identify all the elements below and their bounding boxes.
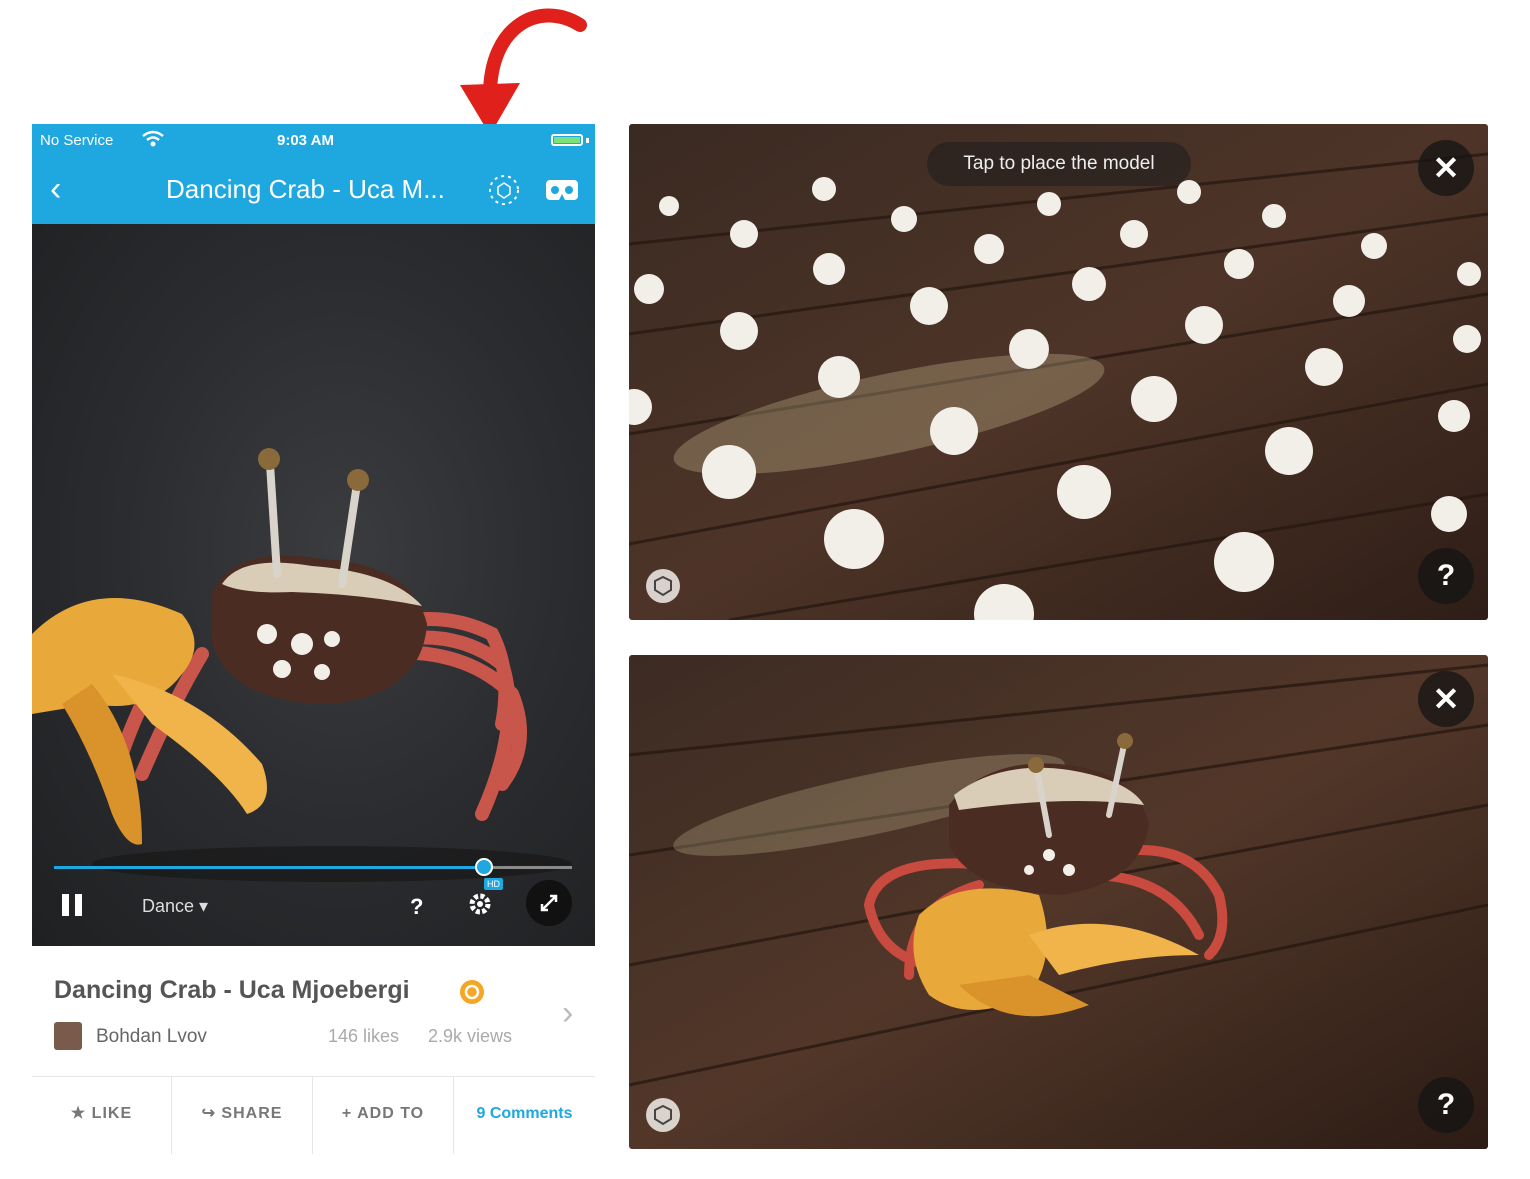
- like-label: LIKE: [91, 1105, 133, 1122]
- carrier-label: No Service: [40, 132, 114, 149]
- fullscreen-icon[interactable]: [526, 880, 572, 926]
- battery-icon: [551, 134, 583, 146]
- views-count: 2.9k views: [428, 1026, 513, 1046]
- nav-bar: ‹ Dancing Crab - Uca M...: [32, 156, 595, 224]
- chevron-right-icon[interactable]: ›: [562, 994, 573, 1033]
- battery-tip: [586, 138, 589, 143]
- place-model-toast: Tap to place the model: [927, 142, 1191, 186]
- ar-help-button[interactable]: ?: [1418, 1077, 1474, 1133]
- status-bar: No Service 9:03 AM: [32, 124, 595, 156]
- viewer-help-button[interactable]: ?: [410, 894, 423, 920]
- like-button[interactable]: ★ LIKE: [32, 1077, 172, 1154]
- timeline-knob[interactable]: [474, 858, 493, 876]
- phone-screen: No Service 9:03 AM ‹ Dancing Crab - Uca …: [32, 124, 595, 1154]
- settings-gear-icon[interactable]: [466, 890, 494, 918]
- ar-placement-view[interactable]: Tap to place the model ✕ ?: [629, 124, 1488, 620]
- likes-count: 146 likes: [328, 1026, 400, 1046]
- wifi-icon: [142, 130, 164, 147]
- nav-title: Dancing Crab - Uca M...: [166, 174, 445, 204]
- share-label: SHARE: [221, 1105, 283, 1122]
- vr-headset-icon[interactable]: [544, 174, 580, 204]
- model-title: Dancing Crab - Uca Mjoebergi: [54, 976, 410, 1004]
- author-name[interactable]: Bohdan Lvov: [96, 1026, 207, 1048]
- animation-select-value: Dance: [142, 896, 195, 916]
- ar-close-button[interactable]: ✕: [1418, 671, 1474, 727]
- ar-cube-icon[interactable]: [645, 1097, 681, 1133]
- ar-view-icon[interactable]: [484, 170, 524, 210]
- wood-floor-camera-feed: [629, 124, 1488, 620]
- comments-button[interactable]: 9 Comments: [454, 1077, 595, 1154]
- pause-button[interactable]: [62, 894, 84, 916]
- ar-close-button[interactable]: ✕: [1418, 140, 1474, 196]
- action-bar: ★ LIKE ↪ SHARE + ADD TO 9 Comments: [32, 1076, 595, 1154]
- model-viewer[interactable]: Dance ▾ ? HD: [32, 224, 595, 946]
- ar-cube-icon[interactable]: [645, 568, 681, 604]
- model-info: Dancing Crab - Uca Mjoebergi Bohdan Lvov…: [32, 946, 595, 1076]
- clock: 9:03 AM: [277, 132, 334, 149]
- timeline-fill: [54, 866, 484, 869]
- add-to-label: ADD TO: [357, 1105, 425, 1122]
- staff-pick-badge-icon: [460, 980, 484, 1004]
- ar-help-button[interactable]: ?: [1418, 548, 1474, 604]
- back-button[interactable]: ‹: [50, 172, 61, 206]
- animation-timeline[interactable]: [54, 858, 572, 876]
- hd-badge: HD: [484, 878, 503, 890]
- avatar: [54, 1022, 82, 1050]
- add-to-button[interactable]: + ADD TO: [313, 1077, 454, 1154]
- share-button[interactable]: ↪ SHARE: [172, 1077, 313, 1154]
- ar-placed-view[interactable]: ✕ ?: [629, 655, 1488, 1149]
- crab-model-3d: [32, 448, 572, 882]
- animation-select[interactable]: Dance ▾: [142, 896, 208, 917]
- comments-label: 9 Comments: [476, 1105, 573, 1122]
- wood-floor-with-crab: [629, 655, 1488, 1149]
